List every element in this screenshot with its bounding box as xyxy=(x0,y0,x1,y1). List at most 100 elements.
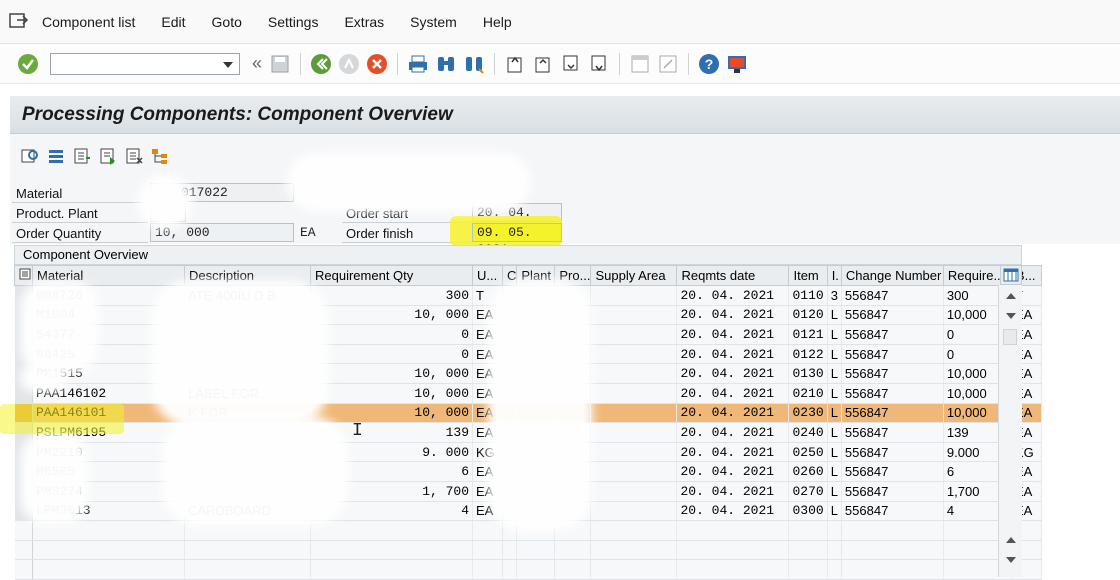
command-input[interactable] xyxy=(51,53,239,74)
table-cell[interactable] xyxy=(32,520,185,541)
table-cell[interactable]: 10, 000 xyxy=(310,305,473,326)
table-cell[interactable]: 20. 04. 2021 xyxy=(676,461,790,482)
table-cell[interactable] xyxy=(590,344,678,365)
row-selector[interactable] xyxy=(14,383,33,404)
help-icon[interactable]: ? xyxy=(697,52,721,76)
table-cell[interactable]: 556847 xyxy=(841,461,944,482)
col-change-number[interactable]: Change Number xyxy=(840,265,944,286)
detail-icon[interactable] xyxy=(18,144,42,168)
table-cell[interactable] xyxy=(590,481,678,502)
scroll-thumb[interactable] xyxy=(1003,329,1017,345)
table-cell[interactable] xyxy=(184,559,311,580)
table-cell[interactable] xyxy=(676,540,790,561)
table-cell[interactable]: 10, 000 xyxy=(310,403,473,424)
table-cell[interactable] xyxy=(502,520,518,541)
table-cell[interactable] xyxy=(590,403,678,424)
table-cell[interactable] xyxy=(554,559,592,580)
table-cell[interactable]: 0120 xyxy=(788,305,828,326)
table-cell[interactable]: 20. 04. 2021 xyxy=(676,481,790,502)
table-cell[interactable]: 0 xyxy=(310,324,473,345)
col-description[interactable]: Description xyxy=(184,265,311,286)
enter-check-icon[interactable] xyxy=(16,52,40,76)
empty-row[interactable] xyxy=(14,520,1042,541)
table-cell[interactable]: 20. 04. 2021 xyxy=(676,403,790,424)
table-cell[interactable] xyxy=(14,520,33,541)
table-cell[interactable]: 10, 000 xyxy=(310,383,473,404)
table-cell[interactable] xyxy=(788,540,828,561)
empty-row[interactable] xyxy=(14,559,1042,580)
table-cell[interactable] xyxy=(32,540,185,561)
vertical-scrollbar[interactable] xyxy=(998,285,1022,577)
table-cell[interactable] xyxy=(184,540,311,561)
table-cell[interactable]: 20. 04. 2021 xyxy=(676,422,790,443)
table-cell[interactable]: 20. 04. 2021 xyxy=(676,285,790,306)
previous-page-icon[interactable] xyxy=(531,52,555,76)
table-cell[interactable] xyxy=(590,285,678,306)
col-material[interactable]: Material xyxy=(32,265,185,286)
table-cell[interactable]: 20. 04. 2021 xyxy=(676,363,790,384)
table-cell[interactable] xyxy=(32,559,185,580)
table-cell[interactable] xyxy=(841,540,944,561)
col-requirement-qty[interactable]: Requirement Qty xyxy=(310,265,473,286)
table-cell[interactable]: 556847 xyxy=(841,422,944,443)
find-icon[interactable] xyxy=(434,52,458,76)
table-cell[interactable]: 0210 xyxy=(788,383,828,404)
table-cell[interactable] xyxy=(827,520,842,541)
table-cell[interactable] xyxy=(590,422,678,443)
table-cell[interactable]: 556847 xyxy=(841,442,944,463)
scroll-up-icon[interactable] xyxy=(1006,293,1016,299)
next-page-icon[interactable] xyxy=(559,52,583,76)
menu-settings[interactable]: Settings xyxy=(268,14,319,30)
table-cell[interactable]: 0122 xyxy=(788,344,828,365)
table-cell[interactable]: L xyxy=(827,422,842,443)
table-cell[interactable]: 556847 xyxy=(841,324,944,345)
table-cell[interactable] xyxy=(14,540,33,561)
menu-system[interactable]: System xyxy=(410,14,457,30)
insert-line-icon[interactable] xyxy=(70,144,94,168)
col-item[interactable]: Item xyxy=(788,265,828,286)
table-cell[interactable]: L xyxy=(827,344,842,365)
table-cell[interactable]: 0240 xyxy=(788,422,828,443)
table-cell[interactable] xyxy=(676,520,790,541)
menu-goto[interactable]: Goto xyxy=(212,14,242,30)
table-cell[interactable] xyxy=(676,559,790,580)
table-cell[interactable]: 0260 xyxy=(788,461,828,482)
table-cell[interactable] xyxy=(590,461,678,482)
table-cell[interactable]: L xyxy=(827,363,842,384)
collapse-icon[interactable]: « xyxy=(252,53,262,74)
table-cell[interactable] xyxy=(590,363,678,384)
table-cell[interactable]: 20. 04. 2021 xyxy=(676,324,790,345)
table-cell[interactable]: 20. 04. 2021 xyxy=(676,442,790,463)
table-cell[interactable]: 556847 xyxy=(841,344,944,365)
shortcut-icon[interactable] xyxy=(656,52,680,76)
table-cell[interactable] xyxy=(554,540,592,561)
scroll-down-icon[interactable] xyxy=(1006,313,1016,319)
table-cell[interactable] xyxy=(184,520,311,541)
table-cell[interactable] xyxy=(502,559,518,580)
table-cell[interactable] xyxy=(554,520,592,541)
delete-line-icon[interactable] xyxy=(122,144,146,168)
table-cell[interactable]: 556847 xyxy=(841,305,944,326)
table-cell[interactable]: L xyxy=(827,461,842,482)
chevron-down-icon[interactable] xyxy=(223,61,233,68)
col-pro[interactable]: Pro... xyxy=(554,265,592,286)
col-reqmts-date[interactable]: Reqmts date xyxy=(676,265,790,286)
copy-line-icon[interactable] xyxy=(96,144,120,168)
table-cell[interactable] xyxy=(516,540,556,561)
menu-extras[interactable]: Extras xyxy=(344,14,384,30)
table-cell[interactable]: 0130 xyxy=(788,363,828,384)
table-cell[interactable] xyxy=(841,559,944,580)
customize-layout-icon[interactable] xyxy=(725,52,749,76)
table-cell[interactable] xyxy=(310,559,473,580)
table-cell[interactable] xyxy=(590,383,678,404)
table-cell[interactable]: 3 xyxy=(827,285,842,306)
save-icon[interactable] xyxy=(268,52,292,76)
table-cell[interactable] xyxy=(788,520,828,541)
table-cell[interactable]: L xyxy=(827,383,842,404)
table-cell[interactable]: 0270 xyxy=(788,481,828,502)
table-cell[interactable] xyxy=(310,520,473,541)
create-session-icon[interactable] xyxy=(628,52,652,76)
hierarchy-icon[interactable] xyxy=(148,144,172,168)
table-cell[interactable] xyxy=(590,305,678,326)
table-cell[interactable] xyxy=(310,540,473,561)
